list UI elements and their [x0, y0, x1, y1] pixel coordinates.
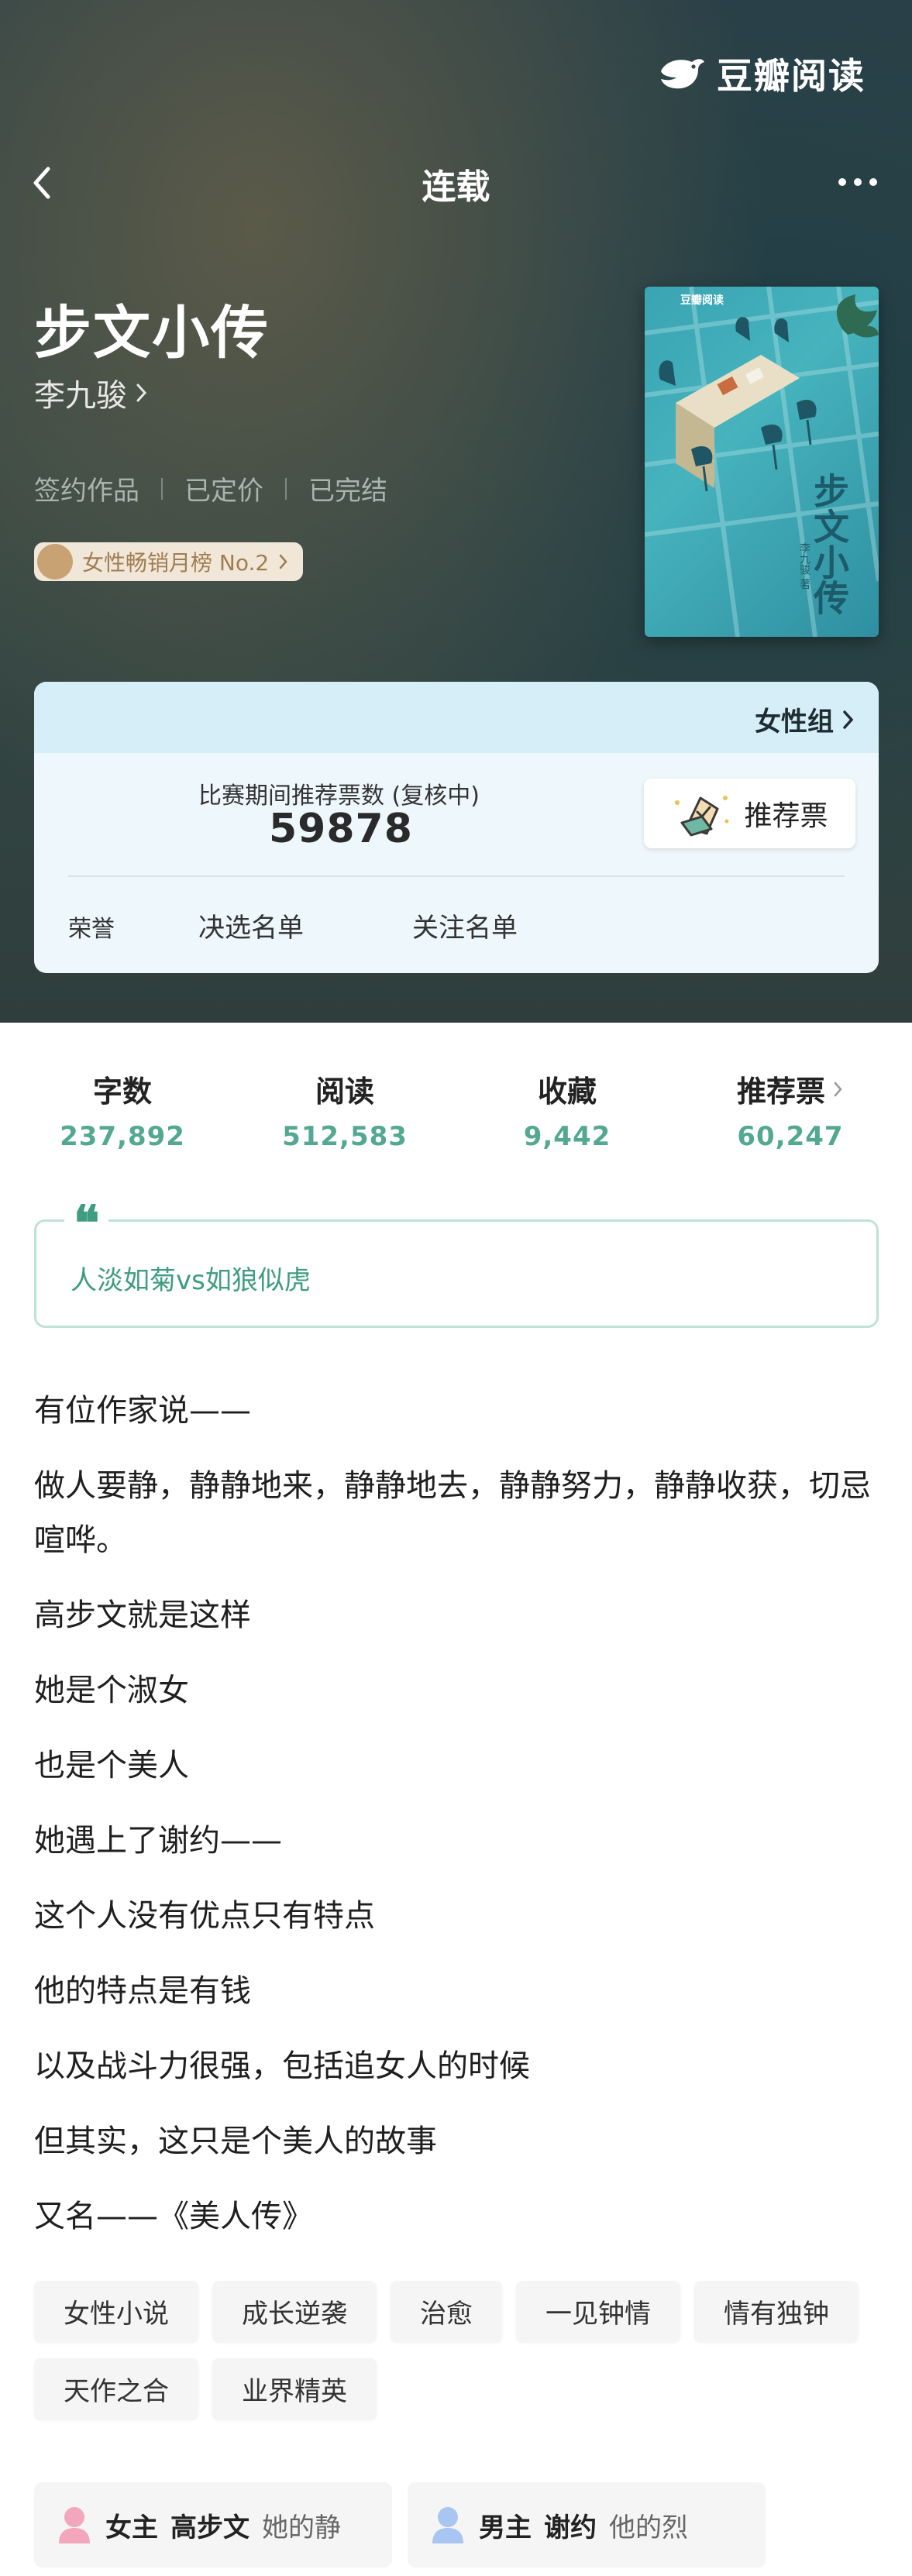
intro-line: 高步文就是这样: [34, 1598, 251, 1633]
stat-label: 阅读: [315, 1075, 374, 1109]
rank-medal-icon: [37, 544, 73, 580]
brand-name: 豆瓣阅读: [717, 55, 866, 97]
book-title: 步文小传: [34, 300, 270, 366]
stat-reads: 阅读 512,583: [252, 1068, 438, 1152]
card-divider: [68, 875, 845, 877]
intro-line: 以及战斗力很强，包括追女人的时候: [34, 2048, 530, 2084]
intro-line: 他的特点是有钱: [34, 1973, 251, 2009]
intro-line: 她遇上了谢约——: [34, 1823, 282, 1859]
rank-badge-label: 女性畅销月榜 No.2: [82, 550, 270, 576]
intro-line: 但其实，这只是个美人的故事: [34, 2124, 437, 2159]
character-role: 女主: [105, 2512, 158, 2543]
stat-value: 60,247: [737, 1121, 844, 1152]
cover-author-text: 李九骏 著: [798, 542, 810, 590]
tag-item[interactable]: 业界精英: [212, 2358, 377, 2419]
meta-priced: 已定价: [184, 476, 263, 507]
book-stats: 字数 237,892 阅读 512,583 收藏 9,442 推荐票 60,24…: [0, 1068, 912, 1161]
honor-watchlist[interactable]: 关注名单: [412, 906, 518, 944]
honor-finalist[interactable]: 决选名单: [198, 906, 304, 944]
chevron-right-icon: [279, 554, 287, 569]
tag-item[interactable]: 一见钟情: [516, 2281, 680, 2341]
recommend-vote-button[interactable]: 推荐票: [644, 779, 855, 848]
meta-divider: [161, 477, 163, 500]
vote-count-value: 59878: [269, 806, 413, 852]
tag-item[interactable]: 天作之合: [34, 2358, 198, 2419]
page-title: 连载: [422, 167, 490, 207]
tagline-quote: ❝ 人淡如菊vs如狼似虎: [34, 1199, 879, 1328]
book-meta: 签约作品 已定价 已完结: [34, 469, 387, 507]
intro-line: 又名——《美人传》: [34, 2199, 313, 2234]
intro-line: 也是个美人: [34, 1748, 189, 1783]
tag-item[interactable]: 情有独钟: [694, 2281, 859, 2341]
contest-group-link[interactable]: 女性组: [755, 700, 855, 738]
chevron-right-icon: [843, 710, 854, 729]
chevron-right-icon: [834, 1082, 842, 1096]
intro-line: 这个人没有优点只有特点: [34, 1898, 375, 1934]
tag-item[interactable]: 女性小说: [34, 2281, 198, 2341]
cover-brand-text: 豆瓣阅读: [680, 294, 724, 307]
contest-group-label: 女性组: [755, 707, 834, 738]
stat-label-row: 推荐票: [697, 1068, 883, 1110]
cover-title-text: 步文小传: [808, 473, 850, 615]
stat-label: 字数: [92, 1075, 152, 1109]
character-role: 男主: [479, 2512, 532, 2543]
stat-label: 收藏: [537, 1075, 597, 1109]
douban-read-bird-icon: [661, 59, 704, 89]
character-desc: 他的烈: [609, 2512, 688, 2543]
stat-label: 推荐票: [736, 1075, 825, 1109]
tag-item[interactable]: 成长逆袭: [212, 2281, 377, 2341]
male-avatar-icon: [432, 2507, 463, 2543]
contest-card: 女性组 比赛期间推荐票数 (复核中) 59878 推荐票 荣誉 决选名单 关注名…: [34, 682, 879, 973]
stat-word-count: 字数 237,892: [29, 1068, 215, 1152]
honor-label: 荣誉: [68, 916, 115, 943]
author-link[interactable]: 李九骏: [34, 370, 149, 415]
character-list: 女主 高步文 她的静 男主 谢约 他的烈: [34, 2482, 766, 2567]
meta-divider: [285, 477, 287, 500]
brand-logo: 豆瓣阅读: [658, 48, 866, 99]
character-card-male-lead[interactable]: 男主 谢约 他的烈: [408, 2482, 766, 2567]
book-intro: 有位作家说—— 做人要静，静静地来，静静地去，静静努力，静静收获，切忌喧哗。 高…: [34, 1384, 879, 2265]
meta-finished: 已完结: [308, 476, 387, 507]
intro-line: 她是个淑女: [34, 1673, 189, 1708]
rank-badge[interactable]: 女性畅销月榜 No.2: [34, 542, 304, 581]
book-cover[interactable]: 豆瓣阅读 步文小传 李九骏 著: [645, 287, 879, 637]
hero-header: 豆瓣阅读 连载 步文小传 李九骏 签约作品 已定价 已完结 女性畅销月榜 No.…: [0, 0, 912, 1023]
tag-list: 女性小说 成长逆袭 治愈 一见钟情 情有独钟 天作之合 业界精英: [34, 2281, 886, 2419]
quote-mark-icon: ❝: [64, 1199, 109, 1247]
character-name: 谢约: [544, 2512, 597, 2543]
chevron-right-icon: [136, 383, 147, 402]
author-name: 李九骏: [34, 378, 127, 414]
stat-favorites: 收藏 9,442: [474, 1068, 660, 1152]
ticket-icon: [675, 796, 729, 837]
more-options-icon[interactable]: [835, 174, 881, 191]
female-avatar-icon: [59, 2507, 90, 2543]
quote-text: 人淡如菊vs如狼似虎: [71, 1265, 311, 1296]
meta-signed: 签约作品: [34, 476, 139, 507]
character-name: 高步文: [170, 2512, 250, 2543]
stat-value: 512,583: [282, 1121, 408, 1152]
contest-card-header: 女性组: [34, 682, 879, 753]
intro-line: 做人要静，静静地来，静静地去，静静努力，静静收获，切忌喧哗。: [34, 1468, 871, 1558]
character-desc: 她的静: [262, 2512, 341, 2543]
stat-value: 9,442: [523, 1121, 611, 1152]
stat-recommend-votes[interactable]: 推荐票 60,247: [697, 1068, 883, 1152]
character-card-female-lead[interactable]: 女主 高步文 她的静: [34, 2482, 392, 2567]
recommend-vote-label: 推荐票: [744, 800, 828, 832]
stat-value: 237,892: [60, 1121, 185, 1152]
intro-line: 有位作家说——: [34, 1393, 251, 1429]
tag-item[interactable]: 治愈: [391, 2281, 502, 2341]
cover-illustration: 豆瓣阅读 步文小传 李九骏 著: [645, 287, 879, 637]
